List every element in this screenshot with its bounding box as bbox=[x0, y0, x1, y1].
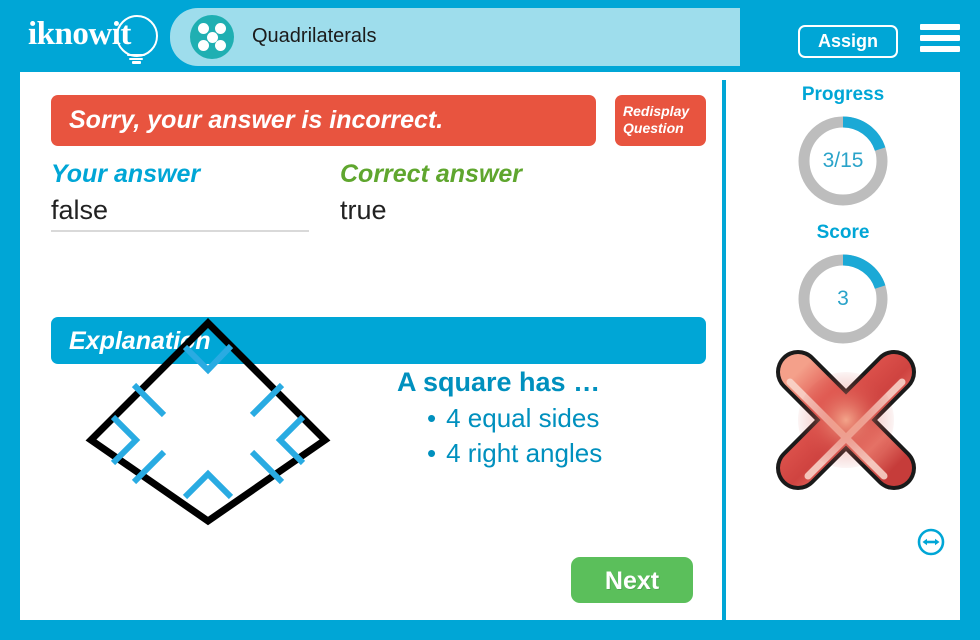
next-button-label: Next bbox=[604, 567, 660, 595]
side-tick-upper-right bbox=[249, 382, 285, 418]
five-dot-circle-icon bbox=[190, 15, 234, 59]
iknowit-logo[interactable]: iknowit bbox=[28, 14, 168, 64]
progress-gauge-block: Progress 3/15 bbox=[726, 84, 960, 212]
right-angle-marker-left bbox=[110, 414, 141, 466]
right-angle-marker-top bbox=[182, 343, 234, 375]
lesson-title-tab: Quadrilaterals bbox=[170, 8, 740, 66]
left-right-arrow-resize-icon[interactable] bbox=[916, 527, 946, 557]
list-item: 4 equal sides bbox=[427, 403, 705, 434]
hamburger-menu-icon[interactable] bbox=[920, 24, 960, 52]
next-button[interactable]: Next bbox=[571, 557, 693, 603]
redisplay-question-label: Redisplay Question bbox=[623, 103, 690, 136]
answers-section: Your answer false Correct answer true bbox=[51, 160, 706, 232]
right-angle-marker-bottom bbox=[182, 469, 234, 500]
feedback-text: Sorry, your answer is incorrect. bbox=[69, 106, 444, 134]
square-diagram-svg bbox=[85, 318, 331, 526]
redisplay-question-button[interactable]: Redisplay Question bbox=[615, 95, 706, 146]
square-diagram-rotated bbox=[75, 307, 345, 537]
iknowit-lesson-app: iknowit Quadrilaterals Assign Sorry, you… bbox=[0, 0, 980, 640]
lightbulb-base-icon bbox=[127, 54, 145, 64]
progress-title: Progress bbox=[801, 84, 885, 105]
right-angle-marker-right bbox=[275, 414, 306, 466]
score-gauge-block: Score 3 bbox=[726, 222, 960, 350]
x-gloss bbox=[798, 372, 894, 468]
score-gauge: 3 bbox=[792, 248, 894, 350]
score-value: 3 bbox=[837, 287, 849, 310]
assign-button[interactable]: Assign bbox=[797, 25, 898, 58]
main-content: Sorry, your answer is incorrect. Redispl… bbox=[20, 72, 722, 620]
correct-answer-label: Correct answer bbox=[340, 160, 523, 188]
correct-answer-value: true bbox=[340, 195, 387, 225]
your-answer-label: Your answer bbox=[51, 160, 201, 188]
answer-divider bbox=[51, 230, 309, 232]
red-x-incorrect-icon bbox=[766, 340, 926, 500]
status-sidebar: Progress 3/15 Score 3 bbox=[726, 72, 960, 620]
side-tick-upper-left bbox=[131, 382, 167, 418]
explanation-facts: A square has … 4 equal sides 4 right ang… bbox=[375, 367, 705, 469]
lesson-board: Sorry, your answer is incorrect. Redispl… bbox=[20, 72, 960, 620]
facts-title: A square has … bbox=[397, 367, 601, 397]
score-title: Score bbox=[816, 222, 870, 243]
feedback-row: Sorry, your answer is incorrect. Redispl… bbox=[51, 95, 706, 146]
your-answer-block: Your answer false bbox=[51, 160, 200, 226]
square-outline bbox=[85, 318, 331, 526]
app-header: iknowit Quadrilaterals Assign bbox=[0, 0, 980, 72]
progress-gauge: 3/15 bbox=[792, 110, 894, 212]
correct-answer-block: Correct answer true bbox=[340, 160, 522, 226]
list-item: 4 right angles bbox=[427, 438, 705, 469]
progress-value: 3/15 bbox=[822, 149, 864, 172]
lesson-title: Quadrilaterals bbox=[252, 25, 377, 47]
facts-list: 4 equal sides 4 right angles bbox=[375, 403, 705, 469]
resize-icon-svg bbox=[917, 528, 945, 556]
your-answer-value: false bbox=[51, 195, 109, 225]
feedback-banner: Sorry, your answer is incorrect. bbox=[51, 95, 596, 146]
lightbulb-icon bbox=[116, 15, 158, 57]
red-x-svg bbox=[776, 350, 916, 490]
